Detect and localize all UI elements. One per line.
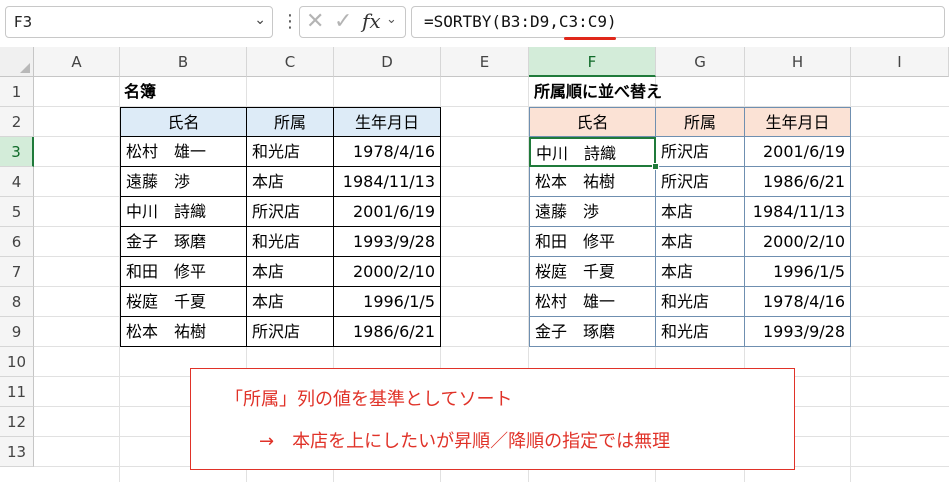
row-header-9[interactable]: 9	[0, 317, 34, 347]
enter-icon[interactable]: ✓	[334, 9, 352, 34]
right_table-cell[interactable]: 和光店	[656, 287, 745, 317]
right_table-cell[interactable]: 和田 修平	[529, 227, 656, 257]
formula-prefix: =SORTBY(B3:D9,	[424, 12, 559, 31]
right_table-cell[interactable]: 1993/9/28	[745, 317, 851, 347]
column-header-i[interactable]: I	[851, 47, 949, 77]
left_table-cell[interactable]: 1993/9/28	[334, 227, 441, 257]
left_table-cell[interactable]: 2000/2/10	[334, 257, 441, 287]
left_table-cell[interactable]: 本店	[247, 287, 334, 317]
left_table-cell[interactable]: 和田 修平	[120, 257, 247, 287]
column-header-a[interactable]: A	[34, 47, 120, 77]
left_table-cell[interactable]: 所沢店	[247, 197, 334, 227]
chevron-down-icon[interactable]: ⌄	[254, 12, 266, 28]
right_table-cell[interactable]: 金子 琢磨	[529, 317, 656, 347]
row-header-5[interactable]: 5	[0, 197, 34, 227]
left_table-cell[interactable]: 桜庭 千夏	[120, 287, 247, 317]
right_table-cell[interactable]: 1984/11/13	[745, 197, 851, 227]
left_table-header-cell[interactable]: 所属	[247, 107, 334, 137]
formula-highlight: C3:C9	[558, 12, 608, 31]
right_table-cell[interactable]: 本店	[656, 257, 745, 287]
right_table-header-cell[interactable]: 氏名	[529, 107, 656, 137]
formula-highlight-underline	[564, 37, 616, 40]
right_table-cell[interactable]: 遠藤 渉	[529, 197, 656, 227]
right-table-title: 所属順に並べ替え	[534, 82, 663, 101]
formula-suffix: )	[607, 12, 617, 31]
right_table-cell[interactable]: 本店	[656, 227, 745, 257]
row-header-2[interactable]: 2	[0, 107, 34, 137]
right_table-cell[interactable]: 1978/4/16	[745, 287, 851, 317]
right_table-cell[interactable]: 所沢店	[656, 167, 745, 197]
left_table-cell[interactable]: 本店	[247, 167, 334, 197]
row-header-13[interactable]: 13	[0, 437, 34, 467]
right_table-cell[interactable]: 2001/6/19	[745, 137, 851, 167]
right_table-cell[interactable]: 松本 祐樹	[529, 167, 656, 197]
formula-actions: ✕ ✓ fx ⌄	[299, 6, 406, 38]
left_table-cell[interactable]: 所沢店	[247, 317, 334, 347]
formula-input[interactable]: =SORTBY(B3:D9,C3:C9)	[411, 6, 945, 38]
left_table-cell[interactable]: 松本 祐樹	[120, 317, 247, 347]
left_table-cell[interactable]: 金子 琢磨	[120, 227, 247, 257]
right_table-cell[interactable]: 松村 雄一	[529, 287, 656, 317]
row-header-7[interactable]: 7	[0, 257, 34, 287]
left_table-cell[interactable]: 1984/11/13	[334, 167, 441, 197]
left_table-cell[interactable]: 中川 詩織	[120, 197, 247, 227]
left_table-header-cell[interactable]: 生年月日	[334, 107, 441, 137]
column-header-e[interactable]: E	[441, 47, 529, 77]
right_table-cell[interactable]: 所沢店	[656, 137, 745, 167]
left-table-title: 名簿	[124, 82, 157, 101]
column-header-h[interactable]: H	[745, 47, 851, 77]
row-header-6[interactable]: 6	[0, 227, 34, 257]
annotation-callout: 「所属」列の値を基準としてソート → 本店を上にしたいが昇順／降順の指定では無理	[190, 368, 795, 470]
row-header-4[interactable]: 4	[0, 167, 34, 197]
column-header-f[interactable]: F	[529, 47, 656, 77]
column-header-g[interactable]: G	[656, 47, 745, 77]
left_table-cell[interactable]: 1996/1/5	[334, 287, 441, 317]
row-header-11[interactable]: 11	[0, 377, 34, 407]
select-all-corner[interactable]	[0, 47, 34, 77]
right_table-cell[interactable]: 2000/2/10	[745, 227, 851, 257]
callout-line-1: 「所属」列の値を基準としてソート	[225, 389, 513, 410]
left_table-cell[interactable]: 和光店	[247, 137, 334, 167]
right_table-cell[interactable]: 本店	[656, 197, 745, 227]
name-box[interactable]: F3 ⌄	[5, 6, 273, 38]
row-header-8[interactable]: 8	[0, 287, 34, 317]
left_table-cell[interactable]: 松村 雄一	[120, 137, 247, 167]
left_table-header-cell[interactable]: 氏名	[120, 107, 247, 137]
right_table-cell[interactable]: 1986/6/21	[745, 167, 851, 197]
column-header-b[interactable]: B	[120, 47, 247, 77]
left_table-cell[interactable]: 遠藤 渉	[120, 167, 247, 197]
row-header-3[interactable]: 3	[0, 137, 34, 167]
row-header-10[interactable]: 10	[0, 347, 34, 377]
left_table-cell[interactable]: 本店	[247, 257, 334, 287]
callout-line-2: → 本店を上にしたいが昇順／降順の指定では無理	[259, 431, 671, 452]
row-header-1[interactable]: 1	[0, 77, 34, 107]
cancel-icon[interactable]: ✕	[306, 9, 324, 34]
column-header-d[interactable]: D	[334, 47, 441, 77]
right_table-header-cell[interactable]: 生年月日	[745, 107, 851, 137]
left_table-cell[interactable]: 1978/4/16	[334, 137, 441, 167]
right_table-cell[interactable]: 中川 詩織	[529, 137, 656, 167]
fill-handle[interactable]	[652, 163, 659, 170]
column-header-c[interactable]: C	[247, 47, 334, 77]
right_table-cell[interactable]: 1996/1/5	[745, 257, 851, 287]
name-box-value: F3	[14, 13, 33, 31]
right_table-cell[interactable]: 桜庭 千夏	[529, 257, 656, 287]
right_table-header-cell[interactable]: 所属	[656, 107, 745, 137]
row-header-12[interactable]: 12	[0, 407, 34, 437]
chevron-down-icon[interactable]: ⌄	[386, 12, 397, 27]
more-options-icon[interactable]: ⋮	[281, 8, 299, 36]
left_table-cell[interactable]: 和光店	[247, 227, 334, 257]
right_table-cell[interactable]: 和光店	[656, 317, 745, 347]
left_table-cell[interactable]: 2001/6/19	[334, 197, 441, 227]
formula-text: =SORTBY(B3:D9,C3:C9)	[424, 12, 617, 31]
insert-function-icon[interactable]: fx	[362, 9, 381, 33]
left_table-cell[interactable]: 1986/6/21	[334, 317, 441, 347]
